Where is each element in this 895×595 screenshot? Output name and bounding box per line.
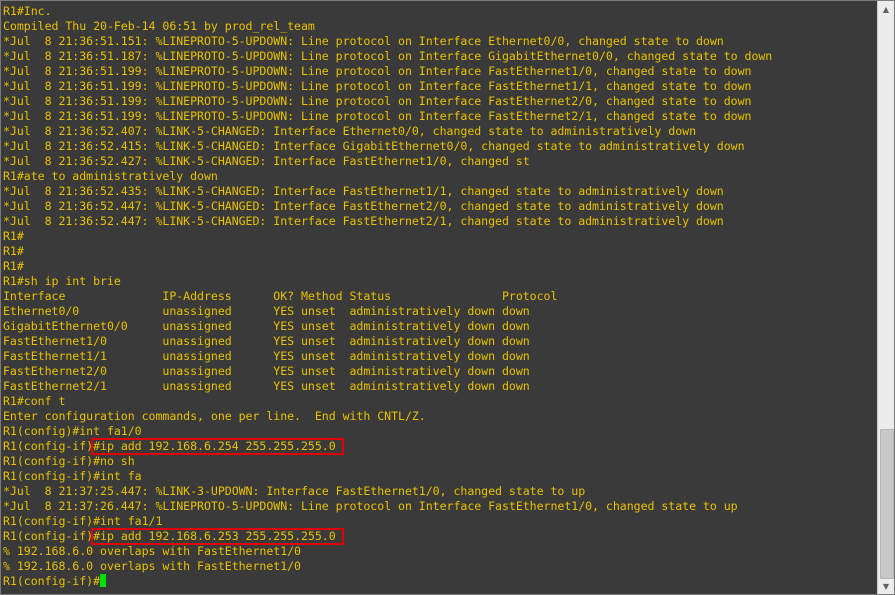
terminal-line: *Jul 8 21:36:51.199: %LINEPROTO-5-UPDOWN… — [3, 109, 752, 123]
terminal-line: *Jul 8 21:36:52.447: %LINK-5-CHANGED: In… — [3, 199, 724, 213]
highlighted-ip-command: #ip add 192.168.6.253 255.255.255.0 — [91, 528, 344, 545]
vertical-scrollbar[interactable]: ▲ ▼ — [877, 1, 894, 594]
terminal-line: *Jul 8 21:36:52.435: %LINK-5-CHANGED: In… — [3, 184, 724, 198]
terminal-line: *Jul 8 21:36:52.447: %LINK-5-CHANGED: In… — [3, 214, 724, 228]
terminal-line: R1# — [3, 229, 24, 243]
terminal-line: Compiled Thu 20-Feb-14 06:51 by prod_rel… — [3, 19, 315, 33]
terminal-line: *Jul 8 21:36:51.199: %LINEPROTO-5-UPDOWN… — [3, 64, 752, 78]
terminal-line: FastEthernet2/0 unassigned YES unset adm… — [3, 364, 530, 378]
terminal-line: *Jul 8 21:36:51.199: %LINEPROTO-5-UPDOWN… — [3, 79, 752, 93]
terminal-line: R1# — [3, 259, 24, 273]
terminal-line: R1(config-if)#ip add 192.168.6.254 255.2… — [3, 438, 876, 455]
terminal-line: R1#sh ip int brie — [3, 274, 121, 288]
terminal-line: Enter configuration commands, one per li… — [3, 409, 426, 423]
terminal-line: R1(config-if)#no sh — [3, 454, 135, 468]
terminal-line: FastEthernet2/1 unassigned YES unset adm… — [3, 379, 530, 393]
terminal-line: R1#ate to administratively down — [3, 169, 218, 183]
terminal-line: *Jul 8 21:37:25.447: %LINK-3-UPDOWN: Int… — [3, 484, 586, 498]
command-prompt: R1(config-if)# — [3, 574, 101, 588]
terminal-line: *Jul 8 21:36:52.427: %LINK-5-CHANGED: In… — [3, 154, 530, 168]
terminal-line: R1(config-if)# — [3, 574, 876, 589]
terminal-line: % 192.168.6.0 overlaps with FastEthernet… — [3, 544, 301, 558]
terminal-line: R1#conf t — [3, 394, 66, 408]
command-prompt: R1(config-if) — [3, 529, 94, 543]
terminal-line: *Jul 8 21:36:52.415: %LINK-5-CHANGED: In… — [3, 139, 745, 153]
terminal-window[interactable]: R1#Inc. Compiled Thu 20-Feb-14 06:51 by p… — [0, 0, 895, 595]
terminal-line: R1# — [3, 244, 24, 258]
terminal-line: *Jul 8 21:37:26.447: %LINEPROTO-5-UPDOWN… — [3, 499, 738, 513]
scrollbar-thumb[interactable] — [880, 429, 894, 579]
scroll-down-arrow-icon[interactable]: ▼ — [878, 578, 894, 594]
terminal-line: *Jul 8 21:36:51.187: %LINEPROTO-5-UPDOWN… — [3, 49, 773, 63]
terminal-line: R1(config-if)#int fa — [3, 469, 142, 483]
terminal-line: R1(config-if)#int fa1/1 — [3, 514, 163, 528]
scroll-up-arrow-icon[interactable]: ▲ — [878, 1, 894, 17]
terminal-line: *Jul 8 21:36:51.151: %LINEPROTO-5-UPDOWN… — [3, 34, 724, 48]
terminal-line: R1(config)#int fa1/0 — [3, 424, 142, 438]
terminal-line: FastEthernet1/1 unassigned YES unset adm… — [3, 349, 530, 363]
terminal-line: R1#Inc. — [3, 4, 52, 18]
terminal-line: *Jul 8 21:36:51.199: %LINEPROTO-5-UPDOWN… — [3, 94, 752, 108]
terminal-line: Interface IP-Address OK? Method Status P… — [3, 289, 558, 303]
terminal-output[interactable]: R1#Inc. Compiled Thu 20-Feb-14 06:51 by p… — [3, 4, 876, 594]
terminal-line: GigabitEthernet0/0 unassigned YES unset … — [3, 319, 530, 333]
command-prompt: R1(config-if) — [3, 439, 94, 453]
terminal-line: Ethernet0/0 unassigned YES unset adminis… — [3, 304, 530, 318]
terminal-line: *Jul 8 21:36:52.407: %LINK-5-CHANGED: In… — [3, 124, 697, 138]
terminal-line: R1(config-if)#ip add 192.168.6.253 255.2… — [3, 528, 876, 545]
highlighted-ip-command: #ip add 192.168.6.254 255.255.255.0 — [91, 438, 344, 455]
terminal-line: % 192.168.6.0 overlaps with FastEthernet… — [3, 559, 301, 573]
terminal-line: FastEthernet1/0 unassigned YES unset adm… — [3, 334, 530, 348]
text-cursor[interactable] — [100, 574, 107, 587]
